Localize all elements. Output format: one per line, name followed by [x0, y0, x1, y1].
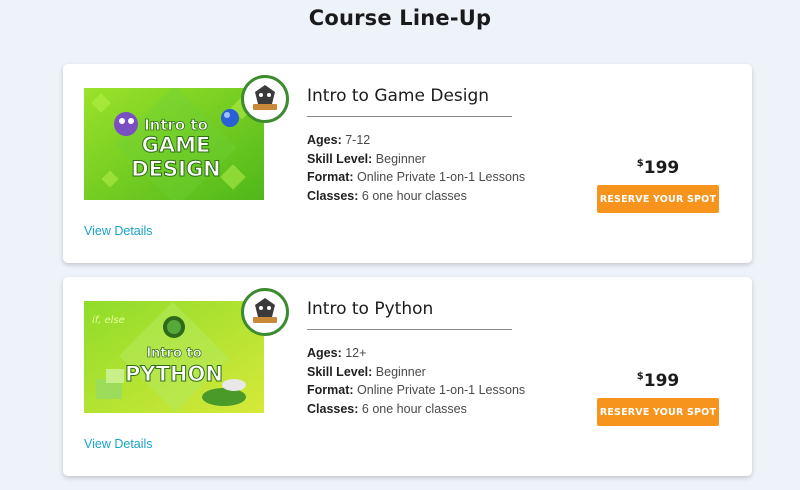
course-thumbnail-python[interactable]: if, else Intro to PYTHON [84, 301, 264, 413]
thumb-text-line1: Intro to [146, 346, 201, 361]
reserve-spot-button[interactable]: RESERVE YOUR SPOT [597, 185, 719, 213]
ages-label: Ages: [307, 133, 342, 147]
course-thumbnail-game-design[interactable]: Intro to GAME DESIGN [84, 88, 264, 200]
view-details-link[interactable]: View Details [84, 224, 153, 238]
format-label: Format: [307, 383, 354, 397]
ages-value: 7-12 [345, 133, 371, 147]
mascot-badge-icon [241, 75, 289, 123]
page-title: Course Line-Up [308, 6, 492, 30]
skill-label: Skill Level: [307, 151, 373, 166]
format-value: Online Private 1-on-1 Lessons [357, 383, 526, 397]
course-title: Intro to Game Design [307, 86, 490, 106]
price: $199 [623, 371, 693, 391]
title-divider [307, 116, 512, 117]
price-currency: $ [636, 158, 644, 169]
classes-label: Classes: [307, 401, 359, 416]
price: $199 [623, 158, 693, 178]
course-card-python: if, else Intro to PYTHON Intro to Python… [63, 277, 752, 476]
price-amount: 199 [643, 371, 680, 391]
view-details-link[interactable]: View Details [84, 437, 153, 451]
ages-label: Ages: [307, 346, 342, 360]
price-amount: 199 [643, 158, 680, 178]
price-currency: $ [636, 371, 644, 382]
course-info: Ages: 7-12 Skill Level: Beginner Format:… [307, 131, 525, 205]
skill-label: Skill Level: [307, 364, 373, 379]
classes-value: 6 one hour classes [361, 188, 467, 203]
thumb-text-line2: PYTHON [125, 362, 223, 386]
thumb-text-line2: GAME [142, 133, 211, 157]
skill-value: Beginner [375, 151, 426, 166]
reserve-spot-button[interactable]: RESERVE YOUR SPOT [597, 398, 719, 426]
ages-value: 12+ [345, 346, 367, 360]
format-label: Format: [307, 170, 354, 184]
thumb-code-text: if, else [92, 315, 125, 326]
thumb-text-line3: DESIGN [131, 157, 221, 181]
course-title: Intro to Python [307, 299, 434, 319]
thumb-text-line1: Intro to [144, 116, 208, 134]
title-divider [307, 329, 512, 330]
skill-value: Beginner [375, 364, 426, 379]
course-card-game-design: Intro to GAME DESIGN Intro to Game Desig… [63, 64, 752, 263]
format-value: Online Private 1-on-1 Lessons [357, 170, 526, 184]
course-info: Ages: 12+ Skill Level: Beginner Format: … [307, 344, 525, 418]
classes-value: 6 one hour classes [361, 401, 467, 416]
mascot-badge-icon [241, 288, 289, 336]
classes-label: Classes: [307, 188, 359, 203]
